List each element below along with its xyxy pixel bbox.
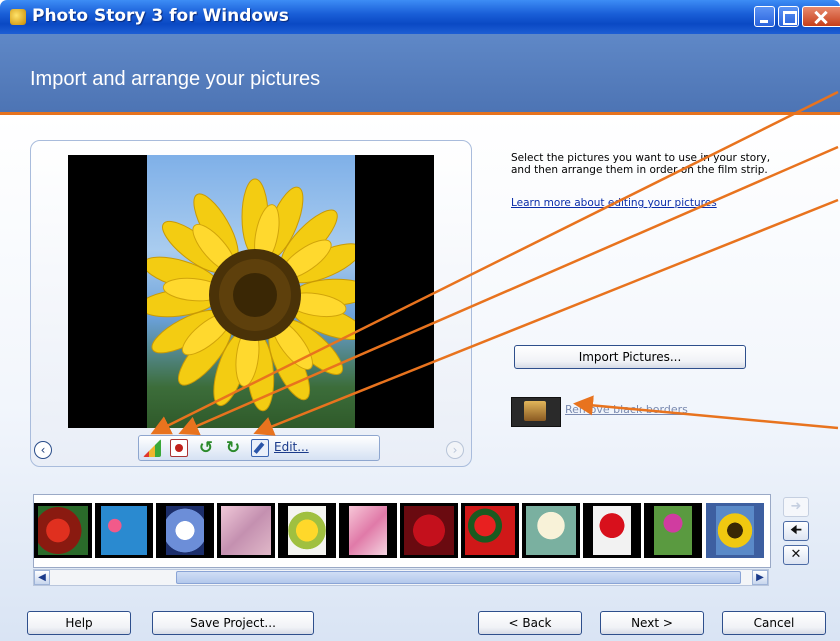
edit-toolbar: ↺ ↻ Edit... xyxy=(138,435,380,461)
window-title: Photo Story 3 for Windows xyxy=(32,6,289,26)
save-project-button[interactable]: Save Project... xyxy=(152,611,314,635)
next-button[interactable]: Next > xyxy=(600,611,704,635)
page-heading: Import and arrange your pictures xyxy=(30,68,321,90)
help-label: Help xyxy=(65,616,93,630)
film-thumbnail[interactable] xyxy=(400,503,458,558)
wizard-header: Import and arrange your pictures xyxy=(0,34,840,115)
film-thumbnail[interactable] xyxy=(95,503,153,558)
cancel-label: Cancel xyxy=(753,616,795,630)
instructions-line-2: and then arrange them in order on the fi… xyxy=(511,164,768,176)
remove-black-borders-link[interactable]: Remove black borders xyxy=(565,403,688,416)
film-thumbnail[interactable] xyxy=(339,503,397,558)
film-thumbnail[interactable] xyxy=(34,503,92,558)
move-left-button[interactable]: 🠈 xyxy=(783,521,809,541)
scrollbar-thumb[interactable] xyxy=(176,571,741,584)
instructions-line-1: Select the pictures you want to use in y… xyxy=(511,152,771,164)
back-button[interactable]: < Back xyxy=(478,611,582,635)
filmstrip xyxy=(33,494,771,568)
edit-icon[interactable] xyxy=(251,439,269,457)
move-right-button[interactable]: ➜ xyxy=(783,497,809,517)
film-thumbnail[interactable] xyxy=(461,503,519,558)
red-eye-icon[interactable] xyxy=(170,439,188,457)
film-thumbnail[interactable] xyxy=(522,503,580,558)
scroll-right-button[interactable]: ▶ xyxy=(752,570,768,585)
help-button[interactable]: Help xyxy=(27,611,131,635)
import-pictures-button[interactable]: Import Pictures... xyxy=(514,345,746,369)
maximize-button[interactable] xyxy=(778,6,799,27)
film-thumbnail[interactable] xyxy=(644,503,702,558)
auto-correct-levels-icon[interactable] xyxy=(143,439,161,457)
scroll-left-button[interactable]: ◀ xyxy=(34,570,50,585)
title-bar: Photo Story 3 for Windows xyxy=(0,0,840,34)
film-thumbnail[interactable] xyxy=(156,503,214,558)
sunflower-image xyxy=(147,178,355,412)
close-button[interactable] xyxy=(802,6,840,27)
remove-picture-button[interactable]: ✕ xyxy=(783,545,809,565)
filmstrip-scrollbar[interactable]: ◀ ▶ xyxy=(33,569,769,586)
back-label: < Back xyxy=(508,616,552,630)
preview-photo xyxy=(147,155,355,428)
film-thumbnail[interactable] xyxy=(217,503,275,558)
app-icon xyxy=(10,9,26,25)
cancel-button[interactable]: Cancel xyxy=(722,611,826,635)
instructions-text: Select the pictures you want to use in y… xyxy=(511,152,811,176)
save-project-label: Save Project... xyxy=(190,616,276,630)
film-thumbnail[interactable] xyxy=(278,503,336,558)
rotate-right-icon[interactable]: ↻ xyxy=(224,439,242,457)
rotate-left-icon[interactable]: ↺ xyxy=(197,439,215,457)
previous-picture-button[interactable]: ‹ xyxy=(34,441,52,459)
next-picture-button[interactable]: › xyxy=(446,441,464,459)
film-thumbnail[interactable] xyxy=(583,503,641,558)
next-label: Next > xyxy=(631,616,673,630)
edit-button[interactable]: Edit... xyxy=(274,440,309,454)
minimize-button[interactable] xyxy=(754,6,775,27)
learn-more-link[interactable]: Learn more about editing your pictures xyxy=(511,197,717,209)
film-thumbnail-selected[interactable] xyxy=(706,503,764,558)
remove-black-borders-icon[interactable] xyxy=(511,397,561,427)
